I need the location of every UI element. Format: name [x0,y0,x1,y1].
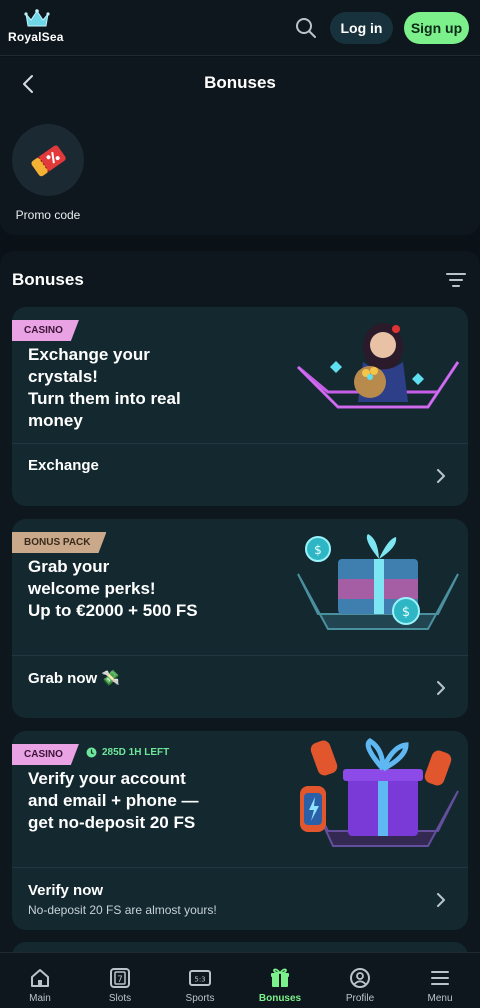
royalsea-logo[interactable]: RoyalSea [8,8,68,44]
slots-icon: 7 [110,968,130,988]
svg-text:$: $ [402,605,410,620]
card-title: Exchange your crystals! Turn them into r… [28,345,181,430]
gift-bolt-illustration [300,737,459,847]
nav-label: Main [29,993,51,1004]
page-header: Bonuses Promo code [0,57,480,235]
nav-profile[interactable]: Profile [320,953,400,1008]
card-divider [12,867,468,868]
gift-box-illustration: $ $ [297,534,459,630]
svg-text:7: 7 [117,975,123,985]
search-icon [296,18,316,38]
clock-icon [86,747,97,758]
svg-text:5:3: 5:3 [194,976,205,984]
nav-label: Profile [345,993,375,1004]
bonus-card-welcome-pack: BONUS PACK Grab your welcome perks! Up t… [12,519,468,718]
promo-code-button[interactable] [12,124,84,196]
sports-ticket-icon: 5:3 [189,970,211,986]
logo-text: RoyalSea [8,30,64,44]
chevron-right-icon[interactable] [434,893,448,907]
nav-label: Sports [185,993,215,1004]
chevron-right-icon[interactable] [434,469,448,483]
bottom-nav: Main 7 Slots 5:3 Sports Bonuses Profile … [0,952,480,1008]
gift-icon [271,968,289,987]
signup-button[interactable]: Sign up [404,12,469,44]
nav-label: Slots [108,993,132,1004]
profile-icon [350,968,370,988]
exchange-action[interactable]: Exchange [28,457,99,474]
card-divider [12,443,468,444]
verify-now-subtext: No-deposit 20 FS are almost yours! [28,903,217,917]
svg-text:$: $ [314,543,322,557]
nav-label: Menu [427,993,453,1004]
card-tag: BONUS PACK [12,532,106,553]
card-title: Verify your account and email + phone — … [28,769,199,832]
verify-now-action[interactable]: Verify now [28,882,103,899]
grab-now-action[interactable]: Grab now 💸 [28,669,120,687]
nav-main[interactable]: Main [0,953,80,1008]
card-illustration: $ $ [288,519,468,649]
nav-bonuses[interactable]: Bonuses [240,953,320,1008]
search-button[interactable] [294,16,318,40]
menu-icon [431,971,449,985]
card-tag: CASINO [12,744,79,765]
card-divider [12,655,468,656]
filter-button[interactable] [445,271,467,289]
nav-sports[interactable]: 5:3 Sports [160,953,240,1008]
queen-treasure-illustration [296,323,460,409]
card-illustration [288,307,468,437]
crown-icon [24,9,50,27]
timer-badge: 285D 1H LEFT [86,747,169,758]
bonus-card-verify: CASINO 285D 1H LEFT Verify your account … [12,731,468,930]
top-bar: RoyalSea Log in Sign up [0,0,480,56]
filter-icon [446,273,466,287]
nav-slots[interactable]: 7 Slots [80,953,160,1008]
chevron-right-icon[interactable] [434,681,448,695]
card-illustration [288,731,468,861]
section-title: Bonuses [12,270,84,289]
timer-text: 285D 1H LEFT [102,747,170,758]
nav-menu[interactable]: Menu [400,953,480,1008]
card-title: Grab your welcome perks! Up to €2000 + 5… [28,557,198,620]
card-tag: CASINO [12,320,79,341]
home-icon [31,969,49,987]
login-button[interactable]: Log in [330,12,393,44]
nav-label: Bonuses [258,993,302,1004]
ticket-icon [31,145,66,177]
promo-code-label: Promo code [15,208,81,222]
bonus-card-exchange: CASINO Exchange your crystals! Turn them… [12,307,468,506]
page-title: Bonuses [204,73,276,92]
